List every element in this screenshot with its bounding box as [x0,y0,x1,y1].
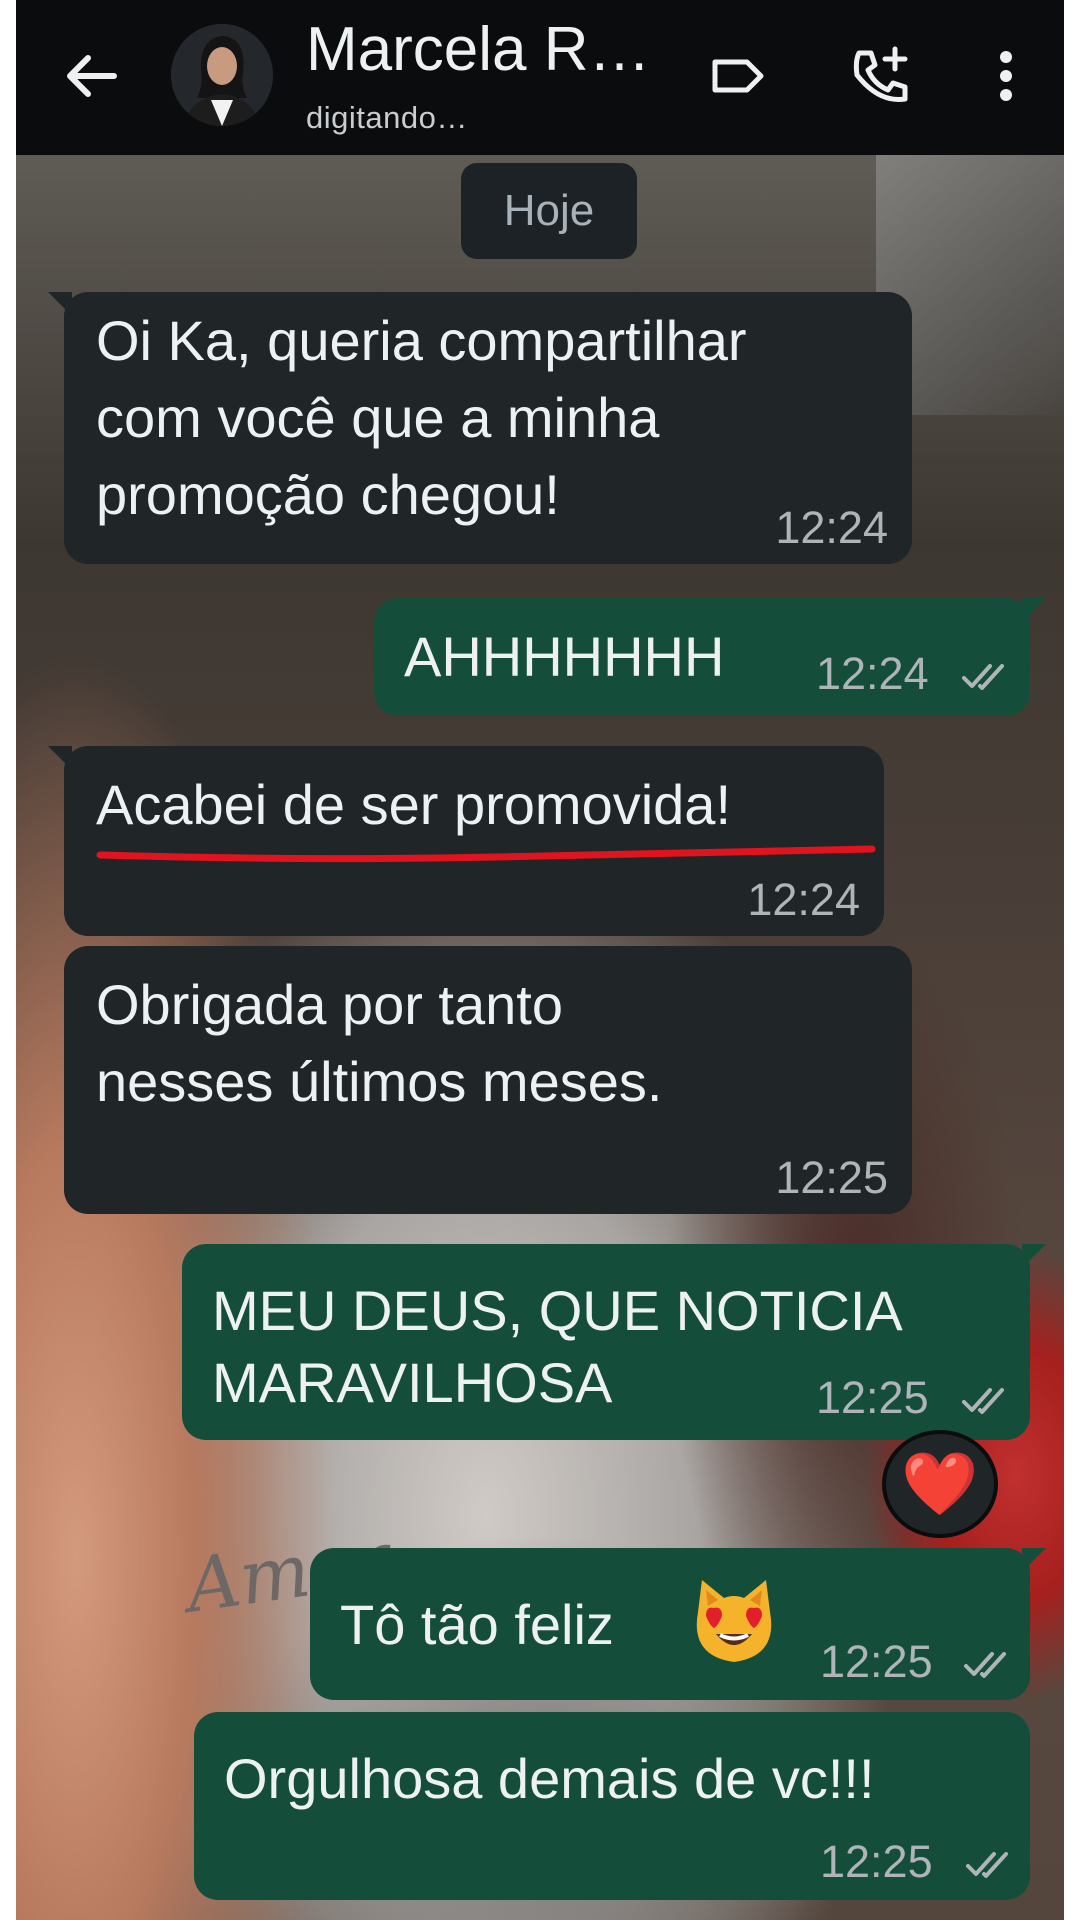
message-time: 12:24 [816,648,929,699]
message-text: com você que a minha [96,386,660,449]
read-receipt-icon [964,1652,1006,1678]
message-time: 12:25 [816,1372,929,1423]
typing-status: digitando… [306,100,468,135]
bubble-tail [1022,598,1046,622]
date-separator: Hoje [461,163,637,259]
heart-eyes-cat-emoji: 😻 [688,1576,780,1673]
label-button[interactable] [706,46,770,106]
message-text: Acabei de ser promovida! [96,773,732,836]
bubble-tail [48,746,72,770]
heart-eyes-cat-icon [696,1580,772,1662]
add-call-button[interactable] [846,42,916,110]
chat-screen: Marcela R… digitando… Amor Hoje Oi Ka, q… [16,0,1064,1920]
message-incoming[interactable]: Obrigada por tanto nesses últimos meses.… [64,946,912,1214]
bubble-tail [1022,1548,1046,1572]
message-outgoing[interactable]: Orgulhosa demais de vc!!! 12:25 [194,1712,1030,1900]
more-options-button[interactable] [986,44,1026,108]
chat-header: Marcela R… digitando… [16,0,1064,155]
contact-name[interactable]: Marcela R… [306,14,651,85]
back-button[interactable] [52,44,128,108]
message-outgoing[interactable]: Tô tão feliz 😻 12:25 [310,1548,1046,1700]
read-receipt-icon [962,664,1004,690]
arrow-left-icon [67,55,117,97]
message-text: nesses últimos meses. [96,1050,663,1113]
message-time: 12:24 [775,502,888,553]
heart-icon: ❤️ [901,1447,979,1520]
message-text: Obrigada por tanto [96,973,563,1036]
heart-reaction[interactable]: ❤️ [882,1430,998,1538]
message-text: promoção chegou! [96,463,560,526]
message-text: MEU DEUS, QUE NOTICIA [212,1279,903,1342]
label-tag-icon [712,59,764,93]
add-call-icon [853,46,908,102]
message-text: Tô tão feliz [340,1593,614,1656]
message-time: 12:25 [820,1836,933,1887]
message-time: 12:25 [820,1636,933,1687]
message-incoming[interactable]: Acabei de ser promovida! 12:24 [48,746,884,936]
message-text: Orgulhosa demais de vc!!! [224,1747,875,1810]
message-outgoing[interactable]: AHHHHHHH 12:24 [374,598,1046,716]
bubble-tail [1022,1244,1046,1268]
red-underline-annotation [96,845,876,863]
message-text: MARAVILHOSA [212,1351,613,1414]
read-receipt-icon [962,1388,1004,1414]
message-text: AHHHHHHH [404,625,725,688]
message-text: Oi Ka, queria compartilhar [96,309,747,372]
message-time: 12:25 [775,1152,888,1203]
message-outgoing[interactable]: MEU DEUS, QUE NOTICIA MARAVILHOSA 12:25 [182,1244,1046,1440]
read-receipt-icon [966,1852,1008,1878]
more-vertical-icon [1000,51,1012,101]
message-time: 12:24 [747,874,860,925]
contact-avatar[interactable] [171,24,273,126]
bubble-tail [48,292,72,316]
message-incoming[interactable]: Oi Ka, queria compartilhar com você que … [48,292,912,564]
